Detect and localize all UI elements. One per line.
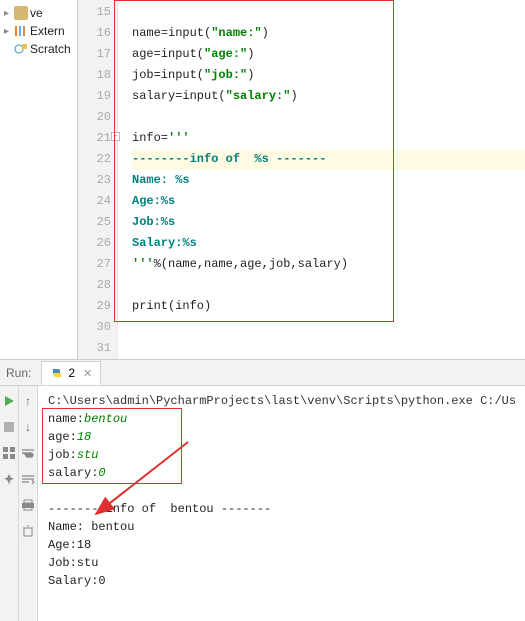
code-line <box>132 275 525 296</box>
wrap-button[interactable] <box>19 444 37 462</box>
project-tree[interactable]: ▸ ve ▸ Extern Scratch <box>0 0 78 359</box>
tree-label: Extern <box>30 24 65 38</box>
python-icon <box>50 366 64 380</box>
run-header: Run: 2 ✕ <box>0 360 525 386</box>
run-label: Run: <box>0 366 37 380</box>
code-line: info=''' <box>132 128 525 149</box>
run-toolbar-right: ↑ ↓ <box>19 386 38 621</box>
folder-icon <box>14 6 28 20</box>
console-line: salary:0 <box>48 464 516 482</box>
run-tab[interactable]: 2 ✕ <box>41 361 101 385</box>
code-line <box>132 317 525 338</box>
tree-label: Scratch <box>30 42 71 56</box>
line-number: 23 <box>78 170 111 191</box>
line-number: 30 <box>78 317 111 338</box>
line-number: 25 <box>78 212 111 233</box>
code-line: Name: %s <box>132 170 525 191</box>
console-line: job:stu <box>48 446 516 464</box>
editor-pane: ▸ ve ▸ Extern Scratch 15 16 17 18 19 20 <box>0 0 525 360</box>
line-number: 17 <box>78 44 111 65</box>
line-number: 27 <box>78 254 111 275</box>
gutter: 15 16 17 18 19 20 21− 22 23 24 25 26 27 … <box>78 0 118 359</box>
chevron-right-icon: ▸ <box>4 8 14 19</box>
code-line: job=input("job:") <box>132 65 525 86</box>
rerun-button[interactable] <box>0 392 18 410</box>
down-button[interactable]: ↓ <box>19 418 37 436</box>
line-number: 20 <box>78 107 111 128</box>
console-line: C:\Users\admin\PycharmProjects\last\venv… <box>48 392 516 410</box>
code-line <box>132 107 525 128</box>
layout-button[interactable] <box>0 444 18 462</box>
code-line: name=input("name:") <box>132 23 525 44</box>
line-number: 31 <box>78 338 111 359</box>
tree-label: ve <box>30 6 43 20</box>
tree-item-scratches[interactable]: Scratch <box>0 40 77 58</box>
stop-button[interactable] <box>0 418 18 436</box>
print-button[interactable] <box>19 496 37 514</box>
run-pane: Run: 2 ✕ ↑ ↓ <box>0 360 525 621</box>
code-line: age=input("age:") <box>132 44 525 65</box>
console-line: --------info of bentou ------- <box>48 500 516 518</box>
scroll-end-button[interactable] <box>19 470 37 488</box>
scratches-icon <box>14 42 28 56</box>
console-line: age:18 <box>48 428 516 446</box>
run-toolbar-left <box>0 386 19 621</box>
line-number: 15 <box>78 2 111 23</box>
run-body: ↑ ↓ C:\Users\admin\PycharmProjects\last\… <box>0 386 525 621</box>
tree-item-venv[interactable]: ▸ ve <box>0 4 77 22</box>
code-area[interactable]: name=input("name:") age=input("age:") jo… <box>118 0 525 359</box>
chevron-right-icon: ▸ <box>4 26 14 37</box>
trash-button[interactable] <box>19 522 37 540</box>
line-number: 28 <box>78 275 111 296</box>
library-icon <box>14 24 28 38</box>
console-line: Age:18 <box>48 536 516 554</box>
line-number: 24 <box>78 191 111 212</box>
code-line: Age:%s <box>132 191 525 212</box>
code-line: Salary:%s <box>132 233 525 254</box>
console-line <box>48 482 516 500</box>
code-line <box>132 338 525 359</box>
console-line: name:bentou <box>48 410 516 428</box>
code-line: Job:%s <box>132 212 525 233</box>
code-editor[interactable]: 15 16 17 18 19 20 21− 22 23 24 25 26 27 … <box>78 0 525 359</box>
up-button[interactable]: ↑ <box>19 392 37 410</box>
close-icon[interactable]: ✕ <box>83 367 92 380</box>
code-line <box>132 2 525 23</box>
line-number: 16 <box>78 23 111 44</box>
code-line: salary=input("salary:") <box>132 86 525 107</box>
line-number: 19 <box>78 86 111 107</box>
run-tab-name: 2 <box>68 366 75 380</box>
code-line: '''%(name,name,age,job,salary) <box>132 254 525 275</box>
code-line-highlighted: --------info of %s ------- <box>132 149 525 170</box>
line-number: 29 <box>78 296 111 317</box>
line-number: 21− <box>78 128 111 149</box>
line-number: 18 <box>78 65 111 86</box>
console-line: Salary:0 <box>48 572 516 590</box>
line-number: 26 <box>78 233 111 254</box>
tree-item-external[interactable]: ▸ Extern <box>0 22 77 40</box>
pin-button[interactable] <box>0 470 18 488</box>
code-line: print(info) <box>132 296 525 317</box>
console-line: Name: bentou <box>48 518 516 536</box>
console-line: Job:stu <box>48 554 516 572</box>
console-output[interactable]: C:\Users\admin\PycharmProjects\last\venv… <box>38 386 525 621</box>
line-number: 22 <box>78 149 111 170</box>
